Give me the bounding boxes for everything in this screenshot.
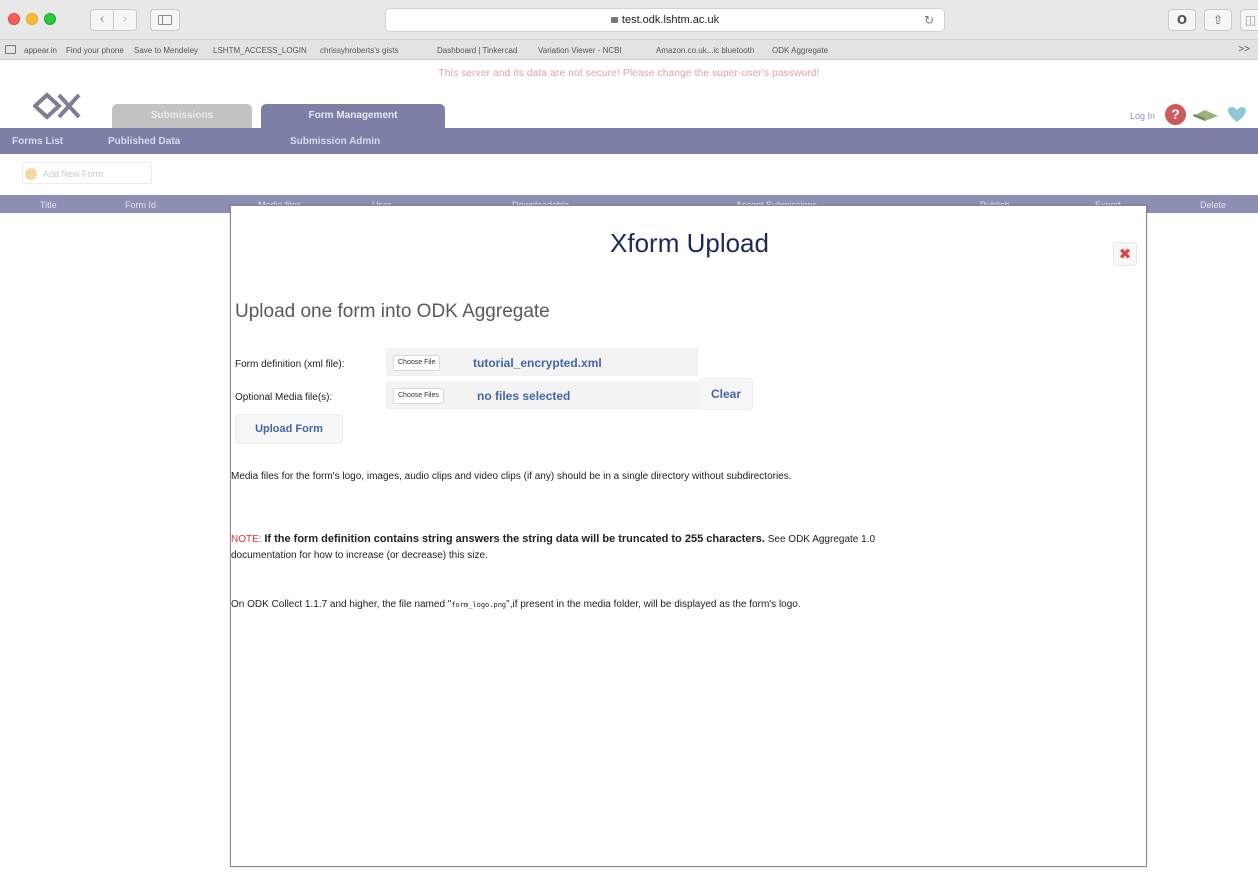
maximize-window-button[interactable] [44, 13, 56, 25]
feedback-heart-icon[interactable] [1224, 105, 1250, 123]
tabs-overview-icon[interactable]: ◫ [1240, 9, 1258, 31]
subnav-forms-list[interactable]: Forms List [12, 136, 63, 147]
subnav-submission-admin[interactable]: Submission Admin [290, 136, 380, 147]
logo-note-post: ",if present in the media folder, will b… [506, 599, 801, 610]
column-header: Form Id [125, 200, 157, 210]
share-icon[interactable]: ⇧ [1204, 9, 1232, 31]
tab-submissions[interactable]: Submissions [112, 104, 252, 128]
extension-icon[interactable]: O [1168, 9, 1196, 31]
book-icon[interactable] [1192, 108, 1219, 122]
bookmark-item[interactable]: Variation Viewer - NCBI [538, 46, 622, 55]
reload-icon[interactable]: ↻ [924, 9, 934, 31]
logo-note-pre: On ODK Collect 1.1.7 and higher, the fil… [231, 599, 452, 610]
note-text-line2: documentation for how to increase (or de… [231, 550, 488, 561]
security-warning: This server and its data are not secure!… [438, 68, 820, 79]
bookmark-item[interactable]: Amazon.co.uk...ic bluetooth [656, 46, 754, 55]
add-new-form-button[interactable]: Add New Form [22, 162, 152, 184]
bookmark-item[interactable]: Save to Mendeley [134, 46, 198, 55]
dialog-subtitle: Upload one form into ODK Aggregate [235, 301, 550, 322]
add-new-form-label: Add New Form [43, 169, 104, 179]
upload-form-button[interactable]: Upload Form [235, 414, 343, 444]
bookmark-item[interactable]: ODK Aggregate [772, 46, 828, 55]
truncation-note: NOTE: If the form definition contains st… [231, 531, 1131, 564]
selected-media-files: no files selected [477, 389, 571, 403]
tab-form-management[interactable]: Form Management [261, 104, 445, 128]
sidebar-toggle-icon[interactable] [150, 9, 180, 31]
lock-icon [610, 17, 618, 23]
column-header: Delete [1200, 200, 1227, 210]
column-header: Title [40, 200, 57, 210]
form-definition-file-input[interactable]: Choose File tutorial_encrypted.xml [386, 348, 698, 376]
url-text: test.odk.lshtm.ac.uk [621, 14, 720, 26]
bookmark-item[interactable]: Dashboard | Tinkercad [437, 46, 517, 55]
media-files-input[interactable]: Choose Files no files selected [386, 381, 698, 409]
back-icon[interactable]: ‹ [90, 9, 114, 31]
choose-files-button[interactable]: Choose Files [393, 388, 444, 404]
note-label: NOTE: [231, 534, 262, 545]
form-definition-label: Form definition (xml file): [235, 359, 345, 370]
note-text: See ODK Aggregate 1.0 [767, 534, 876, 545]
clear-button[interactable]: Clear [699, 378, 753, 410]
help-icon[interactable]: ? [1165, 104, 1186, 125]
logo-filename: form_logo.png [451, 601, 507, 609]
choose-file-button[interactable]: Choose File [393, 355, 441, 371]
dialog-title: Xform Upload [610, 228, 769, 258]
sub-navigation: Forms List Published Data Submission Adm… [0, 128, 1258, 154]
odk-logo [33, 92, 81, 120]
bookmark-item[interactable]: Find your phone [66, 46, 124, 55]
minimize-window-button[interactable] [26, 13, 38, 25]
xform-upload-dialog: ✖ Xform Upload Upload one form into ODK … [230, 205, 1147, 867]
browser-toolbar: ‹ › test.odk.lshtm.ac.uk ↻ O ⇧ ◫ [0, 0, 1258, 40]
subnav-published-data[interactable]: Published Data [108, 136, 180, 147]
bookmarks-overflow-button[interactable]: >> [1238, 44, 1250, 55]
bookmarks-bar: appear.in Find your phone Save to Mendel… [0, 40, 1258, 60]
logo-note: On ODK Collect 1.1.7 and higher, the fil… [231, 597, 1131, 613]
note-bold-text: If the form definition contains string a… [264, 533, 765, 545]
bookmark-item[interactable]: appear.in [24, 46, 57, 55]
address-bar[interactable]: test.odk.lshtm.ac.uk ↻ [385, 8, 945, 32]
add-icon [25, 168, 37, 180]
login-link[interactable]: Log In [1130, 111, 1155, 121]
bookmark-item[interactable]: LSHTM_ACCESS_LOGIN [213, 46, 307, 55]
close-window-button[interactable] [8, 13, 20, 25]
forward-icon[interactable]: › [113, 9, 137, 31]
reading-list-icon[interactable] [5, 45, 16, 54]
media-files-note: Media files for the form's logo, images,… [231, 471, 792, 482]
media-files-label: Optional Media file(s): [235, 392, 333, 403]
selected-form-file: tutorial_encrypted.xml [473, 356, 602, 370]
bookmark-item[interactable]: chrissyhroberts's gists [320, 46, 398, 55]
